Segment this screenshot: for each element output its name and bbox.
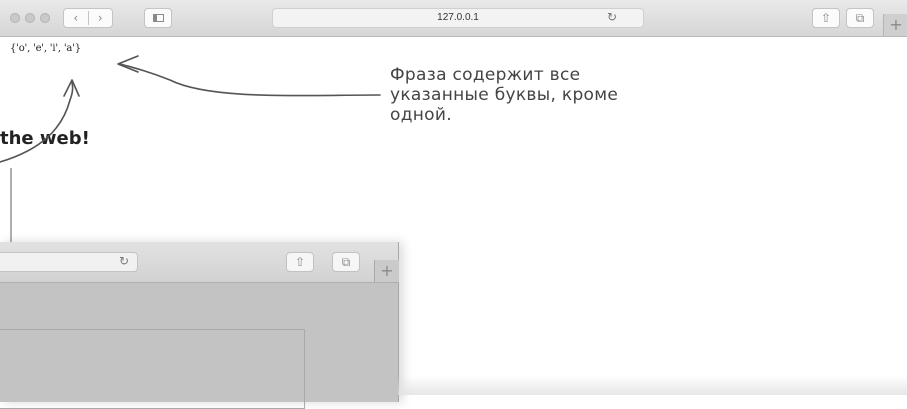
note-arrow xyxy=(119,63,381,97)
annotation-arrows xyxy=(0,55,381,242)
curved-arrow xyxy=(0,81,74,163)
window-shadow xyxy=(398,375,907,395)
